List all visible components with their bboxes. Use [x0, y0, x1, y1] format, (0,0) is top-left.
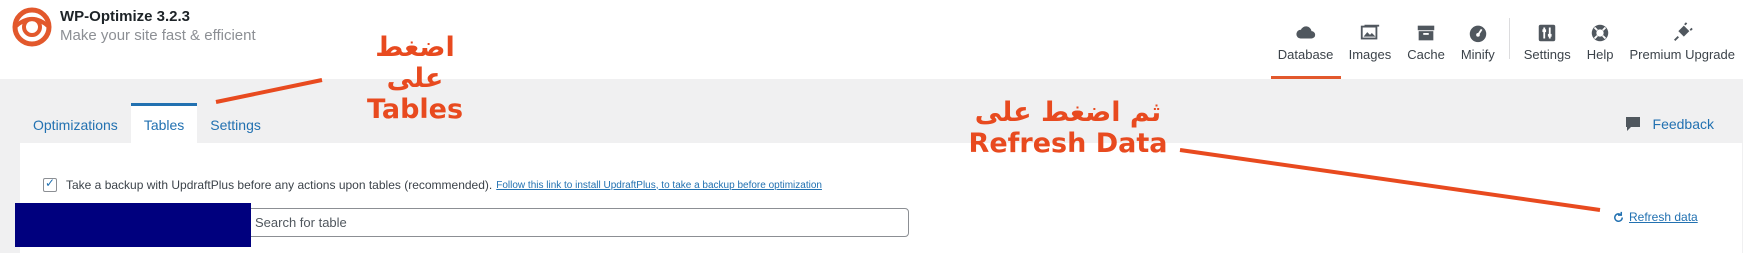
tab-settings[interactable]: Settings [197, 103, 274, 143]
nav-minify[interactable]: Minify [1453, 0, 1503, 79]
nav-separator [1508, 18, 1510, 59]
brand-title: WP-Optimize 3.2.3 [60, 8, 191, 25]
annotation-tables-line2: Tables [366, 94, 464, 126]
wp-optimize-logo-icon [12, 7, 52, 47]
nav-premium-upgrade-label: Premium Upgrade [1629, 47, 1736, 62]
brand-subtitle: Make your site fast & efficient [60, 27, 256, 44]
redacted-area [15, 203, 251, 247]
backup-label: Take a backup with UpdraftPlus before an… [66, 178, 493, 192]
nav-help[interactable]: Help [1579, 0, 1622, 79]
install-updraftplus-link[interactable]: Follow this link to install UpdraftPlus,… [496, 180, 822, 191]
tables-arrow [215, 78, 323, 104]
annotation-click-refresh: ثم اضغط على Refresh Data [968, 97, 1168, 159]
nav-cache-label: Cache [1407, 47, 1445, 62]
annotation-refresh-line1: ثم اضغط على [974, 97, 1162, 128]
nav-images-label: Images [1348, 47, 1392, 62]
plug-icon [1674, 22, 1693, 41]
nav-settings[interactable]: Settings [1516, 0, 1579, 79]
feedback-label: Feedback [1652, 116, 1714, 132]
nav-help-label: Help [1586, 47, 1614, 62]
nav-images[interactable]: Images [1341, 0, 1400, 79]
refresh-icon [1614, 211, 1623, 222]
nav-minify-label: Minify [1460, 47, 1495, 62]
sliders-icon [1539, 24, 1556, 42]
nav-cache[interactable]: Cache [1399, 0, 1453, 79]
table-search-input[interactable] [244, 208, 909, 237]
comment-icon [1625, 117, 1640, 131]
backup-option: Take a backup with UpdraftPlus before an… [43, 176, 822, 192]
lifebuoy-icon [1591, 24, 1609, 42]
images-icon [1360, 24, 1380, 40]
header: WP-Optimize 3.2.3 Make your site fast & … [0, 0, 1743, 79]
nav-database-label: Database [1277, 47, 1334, 62]
tab-optimizations[interactable]: Optimizations [20, 103, 131, 143]
annotation-tables-line1: اضغط على [375, 32, 455, 95]
cloud-icon [1295, 26, 1315, 39]
nav-database[interactable]: Database [1270, 0, 1341, 79]
top-nav: Database Images Cache Minify Settings He… [1270, 0, 1743, 79]
tab-bar: Optimizations Tables Settings [20, 103, 274, 143]
annotation-refresh-line2: Refresh Data [968, 128, 1168, 160]
refresh-data-label: Refresh data [1629, 210, 1698, 224]
refresh-data-link[interactable]: Refresh data [1612, 210, 1698, 224]
nav-premium-upgrade[interactable]: Premium Upgrade [1622, 0, 1743, 79]
tab-tables[interactable]: Tables [130, 103, 198, 143]
dashboard-icon [1469, 25, 1487, 43]
archive-icon [1417, 25, 1435, 41]
backup-checkbox[interactable] [43, 176, 57, 192]
annotation-click-tables: اضغط على Tables [345, 32, 485, 125]
feedback-link[interactable]: Feedback [1625, 116, 1714, 132]
nav-settings-label: Settings [1523, 47, 1571, 62]
